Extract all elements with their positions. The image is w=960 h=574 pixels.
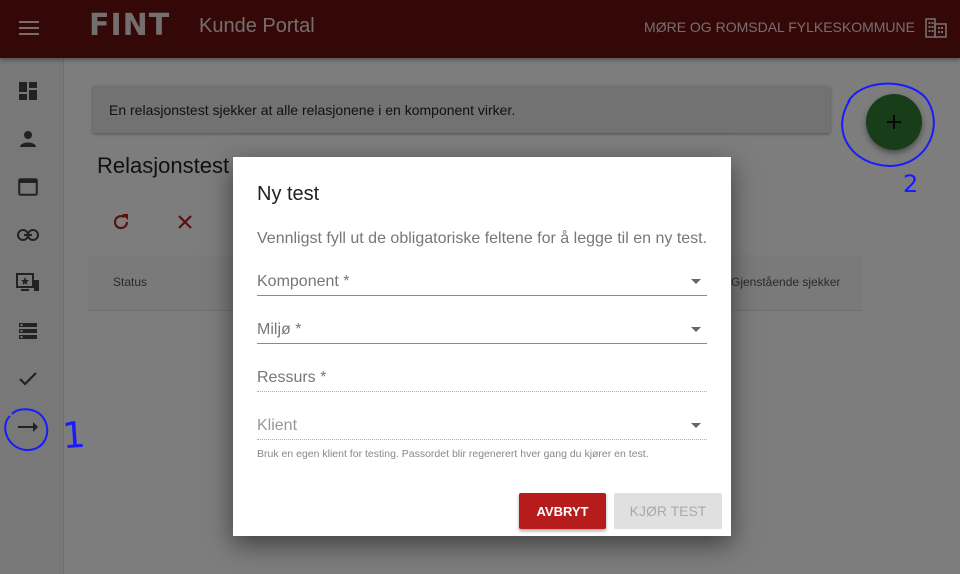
client-helper-text: Bruk en egen klient for testing. Passord… [257, 448, 649, 460]
environment-select[interactable]: Miljø * [257, 316, 707, 344]
new-test-dialog: Ny test Vennligst fyll ut de obligatoris… [233, 157, 731, 536]
dialog-description: Vennligst fyll ut de obligatoriske felte… [257, 230, 708, 247]
resource-label: Ressurs * [257, 369, 327, 386]
client-select[interactable]: Klient [257, 412, 707, 440]
cancel-button[interactable]: AVBRYT [519, 493, 606, 529]
client-label: Klient [257, 417, 298, 434]
chevron-down-icon [691, 279, 701, 284]
component-select[interactable]: Komponent * [257, 268, 707, 296]
run-test-button[interactable]: KJØR TEST [614, 493, 722, 529]
chevron-down-icon [691, 327, 701, 332]
resource-input[interactable]: Ressurs * [257, 364, 707, 392]
chevron-down-icon [691, 423, 701, 428]
environment-label: Miljø * [257, 321, 302, 338]
dialog-title: Ny test [257, 183, 320, 205]
component-label: Komponent * [257, 273, 350, 290]
